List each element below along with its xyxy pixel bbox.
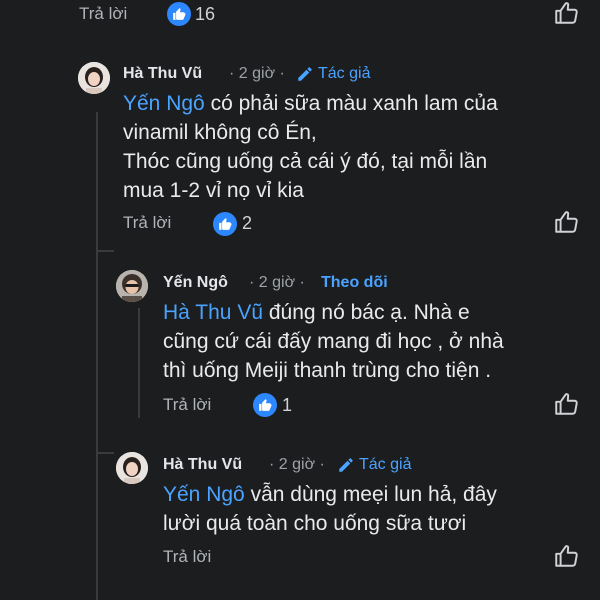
- like-count: 1: [282, 395, 293, 415]
- comment-line: vinamil không cô Én,: [123, 121, 317, 144]
- reply-button[interactable]: Trả lời: [79, 4, 127, 24]
- comment-time: · 2 giờ ·: [269, 456, 325, 473]
- comment-time: · 2 giờ ·: [229, 65, 285, 82]
- thread-line-nested: [138, 308, 140, 418]
- comment-line: mua 1-2 vỉ nọ vỉ kia: [123, 179, 304, 202]
- thread-line-main: [96, 112, 98, 600]
- comment-line: vẫn dùng meẹi lun hả, đây: [244, 483, 497, 506]
- thumbs-up-outline-icon[interactable]: [553, 543, 579, 569]
- mention-link[interactable]: Yến Ngô: [123, 92, 205, 115]
- pencil-icon: [337, 456, 355, 479]
- avatar[interactable]: [78, 62, 110, 94]
- comment-line: đúng nó bác ạ. Nhà e: [263, 301, 470, 324]
- comment-line: có phải sữa màu xanh lam của: [204, 92, 498, 115]
- like-count: 16: [195, 4, 216, 24]
- comment-time: · 2 giờ ·: [249, 274, 305, 291]
- comment-line: Thóc cũng uống cả cái ý đó, tại mỗi lần: [123, 150, 488, 173]
- comment-line: lười quá toàn cho uống sữa tươi: [163, 512, 467, 535]
- comment-author[interactable]: Hà Thu Vũ: [123, 65, 202, 83]
- comment-text: Yến Ngô có phải sữa màu xanh lam của vin…: [123, 89, 583, 205]
- reply-button[interactable]: Trả lời: [163, 395, 211, 415]
- like-badge-icon: [213, 212, 237, 236]
- thread-line-branch-1: [96, 250, 114, 252]
- comment-text: Yến Ngô vẫn dùng meẹi lun hả, đây lười q…: [163, 480, 583, 538]
- comment-author[interactable]: Hà Thu Vũ: [163, 456, 242, 474]
- comment-author[interactable]: Yến Ngô: [163, 274, 228, 292]
- comment-line: cũng cứ cái đấy mang đi học , ở nhà: [163, 330, 504, 353]
- thread-line-branch-2: [96, 452, 114, 454]
- author-badge: Tác giả: [318, 65, 371, 82]
- pencil-icon: [296, 65, 314, 88]
- reply-button[interactable]: Trả lời: [163, 547, 211, 567]
- mention-link[interactable]: Hà Thu Vũ: [163, 301, 263, 324]
- like-count: 2: [242, 213, 253, 233]
- like-badge-icon: [253, 393, 277, 417]
- thumbs-up-outline-icon[interactable]: [553, 0, 579, 26]
- follow-button[interactable]: Theo dõi: [321, 274, 388, 292]
- like-badge-icon: [167, 2, 191, 26]
- thumbs-up-outline-icon[interactable]: [553, 209, 579, 235]
- avatar[interactable]: [116, 452, 148, 484]
- reply-button[interactable]: Trả lời: [123, 213, 171, 233]
- mention-link[interactable]: Yến Ngô: [163, 483, 245, 506]
- thumbs-up-outline-icon[interactable]: [553, 391, 579, 417]
- comment-line: thì uống Meiji thanh trùng cho tiện .: [163, 359, 492, 382]
- author-badge: Tác giả: [359, 456, 412, 473]
- comment-text: Hà Thu Vũ đúng nó bác ạ. Nhà e cũng cứ c…: [163, 298, 583, 385]
- avatar[interactable]: [116, 270, 148, 302]
